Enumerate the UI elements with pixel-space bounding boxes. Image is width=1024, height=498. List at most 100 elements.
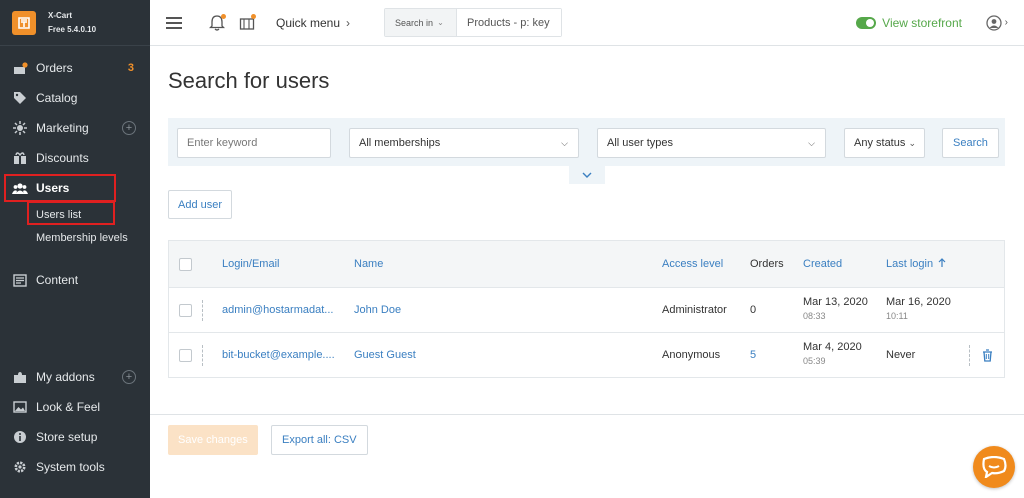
chevron-down-icon: ⌄	[437, 18, 444, 27]
column-last-login-label: Last login	[886, 258, 934, 270]
row-orders-link[interactable]: 5	[750, 349, 756, 361]
bell-icon[interactable]	[208, 13, 226, 32]
gift-icon	[12, 150, 28, 166]
sidebar-item-my-addons[interactable]: My addons +	[0, 362, 150, 392]
expand-filters-button[interactable]	[569, 166, 605, 184]
sidebar-item-orders[interactable]: Orders 3	[0, 53, 150, 83]
membership-select-value: All memberships	[359, 137, 441, 149]
chevron-right-icon: ›	[346, 15, 351, 30]
content-icon	[12, 272, 28, 288]
column-orders: Orders	[750, 258, 784, 270]
top-bar: Quick menu › Search in ⌄ View storefront…	[150, 0, 1024, 46]
store-map-icon[interactable]	[238, 13, 256, 32]
chevron-down-icon: ⌵	[808, 137, 815, 148]
select-all-checkbox[interactable]	[179, 258, 192, 271]
row-drag-handle[interactable]	[202, 345, 203, 366]
user-type-select-value: All user types	[607, 137, 674, 149]
chevron-down-icon: ⌄	[908, 137, 916, 148]
row-last-login: Never	[886, 349, 915, 361]
search-in-dropdown[interactable]: Search in ⌄	[385, 9, 458, 36]
sidebar-subitem-membership-levels[interactable]: Membership levels	[0, 226, 150, 249]
row-drag-handle[interactable]	[202, 300, 203, 321]
sidebar-subitem-users-list[interactable]: Users list	[0, 203, 150, 226]
row-last-login-time: 10:11	[886, 311, 908, 321]
sticky-action-bar: Save changes Export all: CSV	[150, 414, 1024, 498]
row-login-link[interactable]: bit-bucket@example....	[222, 349, 335, 361]
search-in-label: Search in	[395, 17, 434, 28]
sidebar: X-Cart Free 5.4.0.10 Orders 3 Catalog Ma…	[0, 0, 150, 498]
brand-version: Free 5.4.0.10	[48, 24, 97, 34]
sidebar-item-label: Marketing	[36, 121, 89, 135]
export-csv-button[interactable]: Export all: CSV	[271, 425, 368, 455]
brand[interactable]: X-Cart Free 5.4.0.10	[0, 0, 150, 46]
image-icon	[12, 399, 28, 415]
row-checkbox[interactable]	[179, 304, 192, 317]
sidebar-subitem-label: Membership levels	[36, 231, 128, 244]
sidebar-item-label: Store setup	[36, 430, 98, 444]
sidebar-item-content[interactable]: Content	[0, 265, 150, 295]
sidebar-item-label: Orders	[36, 61, 73, 75]
search-filter-bar: All memberships ⌵ All user types ⌵ Any s…	[168, 118, 1005, 166]
tag-icon	[12, 90, 28, 106]
table-row: admin@hostarmadat... John Doe Administra…	[169, 287, 1004, 332]
view-storefront-label: View storefront	[882, 15, 962, 30]
sidebar-item-label: Catalog	[36, 91, 78, 105]
column-last-login[interactable]: Last login	[886, 258, 946, 270]
sidebar-item-discounts[interactable]: Discounts	[0, 143, 150, 173]
column-name[interactable]: Name	[354, 258, 383, 270]
orders-count-badge: 3	[127, 62, 134, 74]
sidebar-item-store-setup[interactable]: Store setup	[0, 422, 150, 452]
sidebar-item-label: System tools	[36, 460, 105, 474]
membership-select[interactable]: All memberships ⌵	[349, 128, 579, 158]
sidebar-subitem-label: Users list	[36, 208, 82, 221]
keyword-input[interactable]	[177, 128, 331, 158]
info-icon	[12, 429, 28, 445]
column-login-email[interactable]: Login/Email	[222, 258, 279, 270]
hamburger-menu-icon[interactable]	[166, 16, 182, 29]
sidebar-item-catalog[interactable]: Catalog	[0, 83, 150, 113]
save-changes-button[interactable]: Save changes	[168, 425, 258, 455]
sidebar-item-label: Discounts	[36, 151, 89, 165]
delete-user-trash-icon[interactable]	[980, 347, 994, 363]
gear-icon	[12, 459, 28, 475]
sidebar-item-label: Users	[36, 181, 70, 195]
row-access-level: Administrator	[662, 304, 727, 316]
user-type-select[interactable]: All user types ⌵	[597, 128, 826, 158]
row-last-login-date: Mar 16, 2020	[886, 296, 951, 308]
header-search-input[interactable]	[457, 9, 562, 36]
live-chat-button[interactable]	[973, 446, 1015, 488]
row-login-link[interactable]: admin@hostarmadat...	[222, 304, 333, 316]
row-created: Mar 13, 2020 08:33	[803, 296, 868, 321]
user-avatar-icon	[986, 14, 1002, 31]
sidebar-item-users[interactable]: Users	[0, 173, 150, 203]
row-created: Mar 4, 2020 05:39	[803, 341, 862, 366]
brand-name: X-Cart	[48, 10, 73, 20]
main-content: Search for users All memberships ⌵ All u…	[150, 46, 1024, 498]
row-name-link[interactable]: John Doe	[354, 304, 401, 316]
row-created-time: 08:33	[803, 311, 826, 321]
xcart-logo-icon	[12, 10, 36, 35]
search-button[interactable]: Search	[942, 128, 999, 158]
sidebar-item-marketing[interactable]: Marketing +	[0, 113, 150, 143]
row-access-level: Anonymous	[662, 349, 721, 361]
view-storefront-link[interactable]: View storefront	[856, 16, 962, 30]
row-orders-count: 0	[750, 304, 757, 316]
row-checkbox[interactable]	[179, 349, 192, 362]
column-created[interactable]: Created	[803, 258, 842, 270]
column-access-level[interactable]: Access level	[662, 258, 723, 270]
sidebar-item-label: My addons	[36, 370, 95, 384]
row-last-login: Mar 16, 2020 10:11	[886, 296, 951, 321]
sort-ascending-icon	[938, 258, 946, 267]
account-menu[interactable]: ›	[986, 14, 1008, 31]
sidebar-item-label: Content	[36, 273, 79, 287]
status-select[interactable]: Any status ⌄	[844, 128, 925, 158]
add-marketing-icon[interactable]: +	[122, 121, 136, 135]
row-name-link[interactable]: Guest Guest	[354, 349, 416, 361]
quick-menu[interactable]: Quick menu ›	[276, 16, 350, 30]
sidebar-item-look-and-feel[interactable]: Look & Feel	[0, 392, 150, 422]
sidebar-item-label: Look & Feel	[36, 400, 101, 414]
add-addon-icon[interactable]: +	[122, 370, 136, 384]
sidebar-item-system-tools[interactable]: System tools	[0, 452, 150, 482]
row-last-login-date: Never	[886, 349, 916, 361]
add-user-button[interactable]: Add user	[168, 190, 233, 219]
